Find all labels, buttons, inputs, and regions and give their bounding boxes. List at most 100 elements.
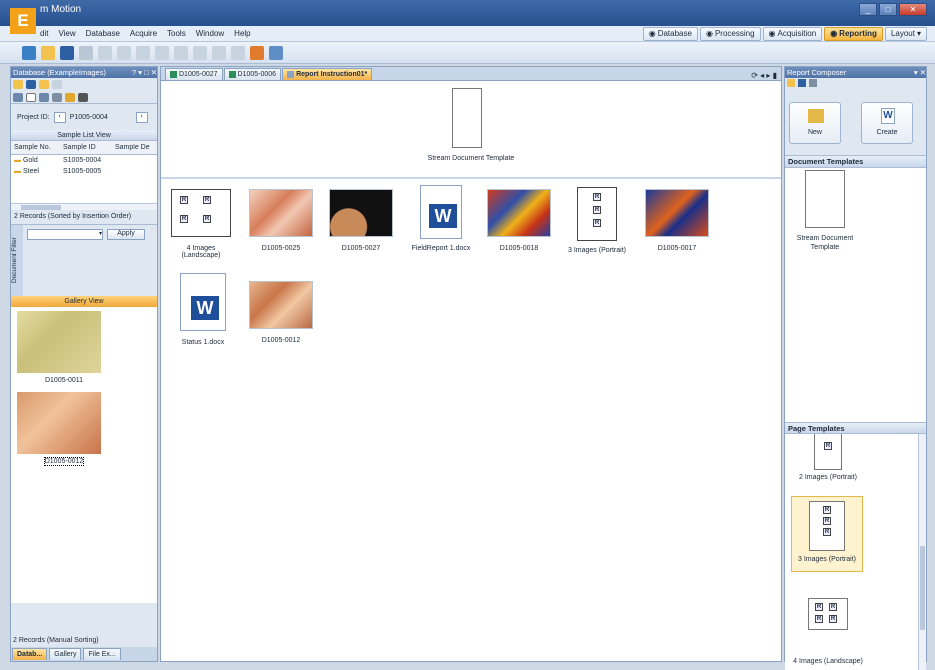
menu-acquire[interactable]: Acquire [130, 29, 157, 38]
print-preview-icon[interactable] [98, 45, 112, 60]
help-icon[interactable] [269, 45, 283, 60]
cut-icon[interactable] [136, 45, 150, 60]
horizontal-scrollbar[interactable] [11, 203, 157, 210]
image-icon[interactable] [78, 93, 88, 102]
tab-file-explorer[interactable]: File Ex... [83, 648, 121, 660]
scroll-thumb[interactable] [920, 546, 925, 630]
gallery-item[interactable]: D1005-0027 [327, 189, 395, 252]
print-icon[interactable] [79, 45, 93, 60]
gallery-item[interactable]: W Status 1.docx [169, 273, 237, 346]
apply-button[interactable]: Apply [107, 229, 145, 240]
folder-icon[interactable] [787, 79, 795, 87]
panel-controls[interactable]: ? ▾ □ ✕ [132, 67, 157, 78]
gallery-item[interactable]: RRRR 4 Images (Landscape) [167, 189, 235, 259]
tab-d1005-0006[interactable]: D1005-0006 [223, 68, 282, 80]
col-sample-desc[interactable]: Sample De [115, 144, 157, 151]
tab-report-instruction[interactable]: Report Instruction01* [282, 68, 373, 80]
tab-navigation[interactable]: ⟳ ◂ ▸ ▮ [751, 71, 781, 80]
new-button[interactable]: New [789, 102, 841, 144]
monitor-icon[interactable] [22, 45, 36, 60]
filter-select[interactable]: ▾ [27, 229, 103, 240]
menu-database[interactable]: Database [86, 29, 120, 38]
scroll-thumb[interactable] [21, 205, 61, 210]
document-icon[interactable] [26, 93, 36, 102]
page-template-item-selected[interactable]: RRR 3 Images (Portrait) [791, 496, 863, 572]
gallery-item[interactable]: W FieldReport 1.docx [405, 185, 477, 252]
open-folder-icon[interactable] [41, 45, 55, 60]
grid-view-icon[interactable] [13, 93, 23, 102]
word-doc-icon: W [420, 185, 462, 239]
gallery-thumbnail[interactable] [17, 311, 101, 373]
word-doc-icon: W [180, 273, 226, 331]
menu-help[interactable]: Help [234, 29, 250, 38]
menu-tools[interactable]: Tools [167, 29, 186, 38]
export-icon[interactable] [117, 45, 131, 60]
gallery-item[interactable]: RRR 3 Images (Portrait) [563, 187, 631, 254]
tab-database[interactable]: Datab... [12, 648, 48, 660]
window-controls: _ □ ✕ [859, 3, 927, 16]
gallery-item[interactable]: D1005-0011 [11, 307, 157, 388]
settings-icon[interactable] [809, 79, 817, 87]
col-sample-id[interactable]: Sample ID [63, 144, 115, 151]
clipboard-icon[interactable] [193, 45, 207, 60]
table-row[interactable]: ▬ Steel S1005-0005 [11, 166, 157, 177]
image-thumbnail [249, 189, 313, 237]
stream-template-page[interactable] [452, 88, 482, 148]
document-template-item[interactable]: Stream Document Template [789, 170, 861, 252]
redo-icon[interactable] [231, 45, 245, 60]
create-button[interactable]: W Create [861, 102, 913, 144]
panel-controls[interactable]: ▾ ✕ [914, 67, 926, 78]
grid3-template-icon: RRR [577, 187, 617, 241]
document-tabs: D1005-0027 D1005-0006 Report Instruction… [161, 67, 781, 81]
page-template-item[interactable]: R 2 Images (Portrait) [791, 434, 865, 481]
tab-d1005-0027[interactable]: D1005-0027 [165, 68, 223, 80]
document-templates-header: Document Templates [785, 156, 926, 168]
paste-icon[interactable] [174, 45, 188, 60]
save-icon[interactable] [798, 79, 806, 87]
workspace-acquisition-button[interactable]: ◉ Acquisition [762, 27, 823, 41]
close-button[interactable]: ✕ [899, 3, 927, 16]
grid4-template-icon: RRRR [171, 189, 231, 237]
document-filter-label: Document Filter [11, 225, 23, 296]
gallery-item[interactable]: D1005-0025 [247, 189, 315, 252]
menu-edit[interactable]: dit [40, 29, 48, 38]
next-project-button[interactable]: › [135, 111, 148, 123]
workspace-processing-button[interactable]: ◉ Processing [699, 27, 761, 41]
view-toolbar [11, 91, 157, 104]
filter-icon[interactable] [52, 93, 62, 102]
col-sample-no[interactable]: Sample No. [11, 144, 63, 151]
undo-icon[interactable] [212, 45, 226, 60]
menu-window[interactable]: Window [196, 29, 224, 38]
layout-dropdown[interactable]: Layout ▾ [884, 27, 927, 41]
workspace-database-button[interactable]: ◉ Database [642, 27, 698, 41]
folder-icon[interactable] [13, 80, 23, 89]
camera-icon[interactable] [250, 45, 264, 60]
image-thumbnail [487, 189, 551, 237]
app-title: m Motion [40, 4, 82, 15]
sample-list-header: Sample List View [11, 130, 157, 141]
table-row[interactable]: ▬ Gold S1005-0004 [11, 155, 157, 166]
chevron-down-icon: ▾ [916, 29, 921, 38]
save-icon[interactable] [60, 45, 74, 60]
prev-project-button[interactable]: ‹ [53, 111, 66, 123]
list-view-icon[interactable] [39, 93, 49, 102]
gallery-thumbnail[interactable] [17, 392, 101, 454]
workspace-reporting-button[interactable]: ◉ Reporting [824, 27, 883, 41]
chart-icon[interactable] [65, 93, 75, 102]
maximize-button[interactable]: □ [879, 3, 897, 16]
page-template-item[interactable]: RRRR 4 Images (Landscape) [791, 598, 865, 665]
gallery-item[interactable]: D1005-0018 [485, 189, 553, 252]
gallery-item[interactable]: D1005-0017 [643, 189, 711, 252]
tab-gallery[interactable]: Gallery [49, 648, 82, 660]
copy-icon[interactable] [155, 45, 169, 60]
open-icon[interactable] [39, 80, 49, 89]
minimize-button[interactable]: _ [859, 3, 877, 16]
page-template-thumbnail: R [814, 434, 842, 470]
menu-view[interactable]: View [58, 29, 75, 38]
save-icon[interactable] [26, 80, 36, 89]
search-icon[interactable] [52, 80, 62, 89]
gallery-item[interactable]: D1005-0012 [247, 281, 315, 344]
gallery-item[interactable]: D1005-0012 [11, 388, 157, 469]
folder-icon: ▬ [14, 168, 21, 175]
vertical-scrollbar[interactable] [918, 434, 926, 670]
